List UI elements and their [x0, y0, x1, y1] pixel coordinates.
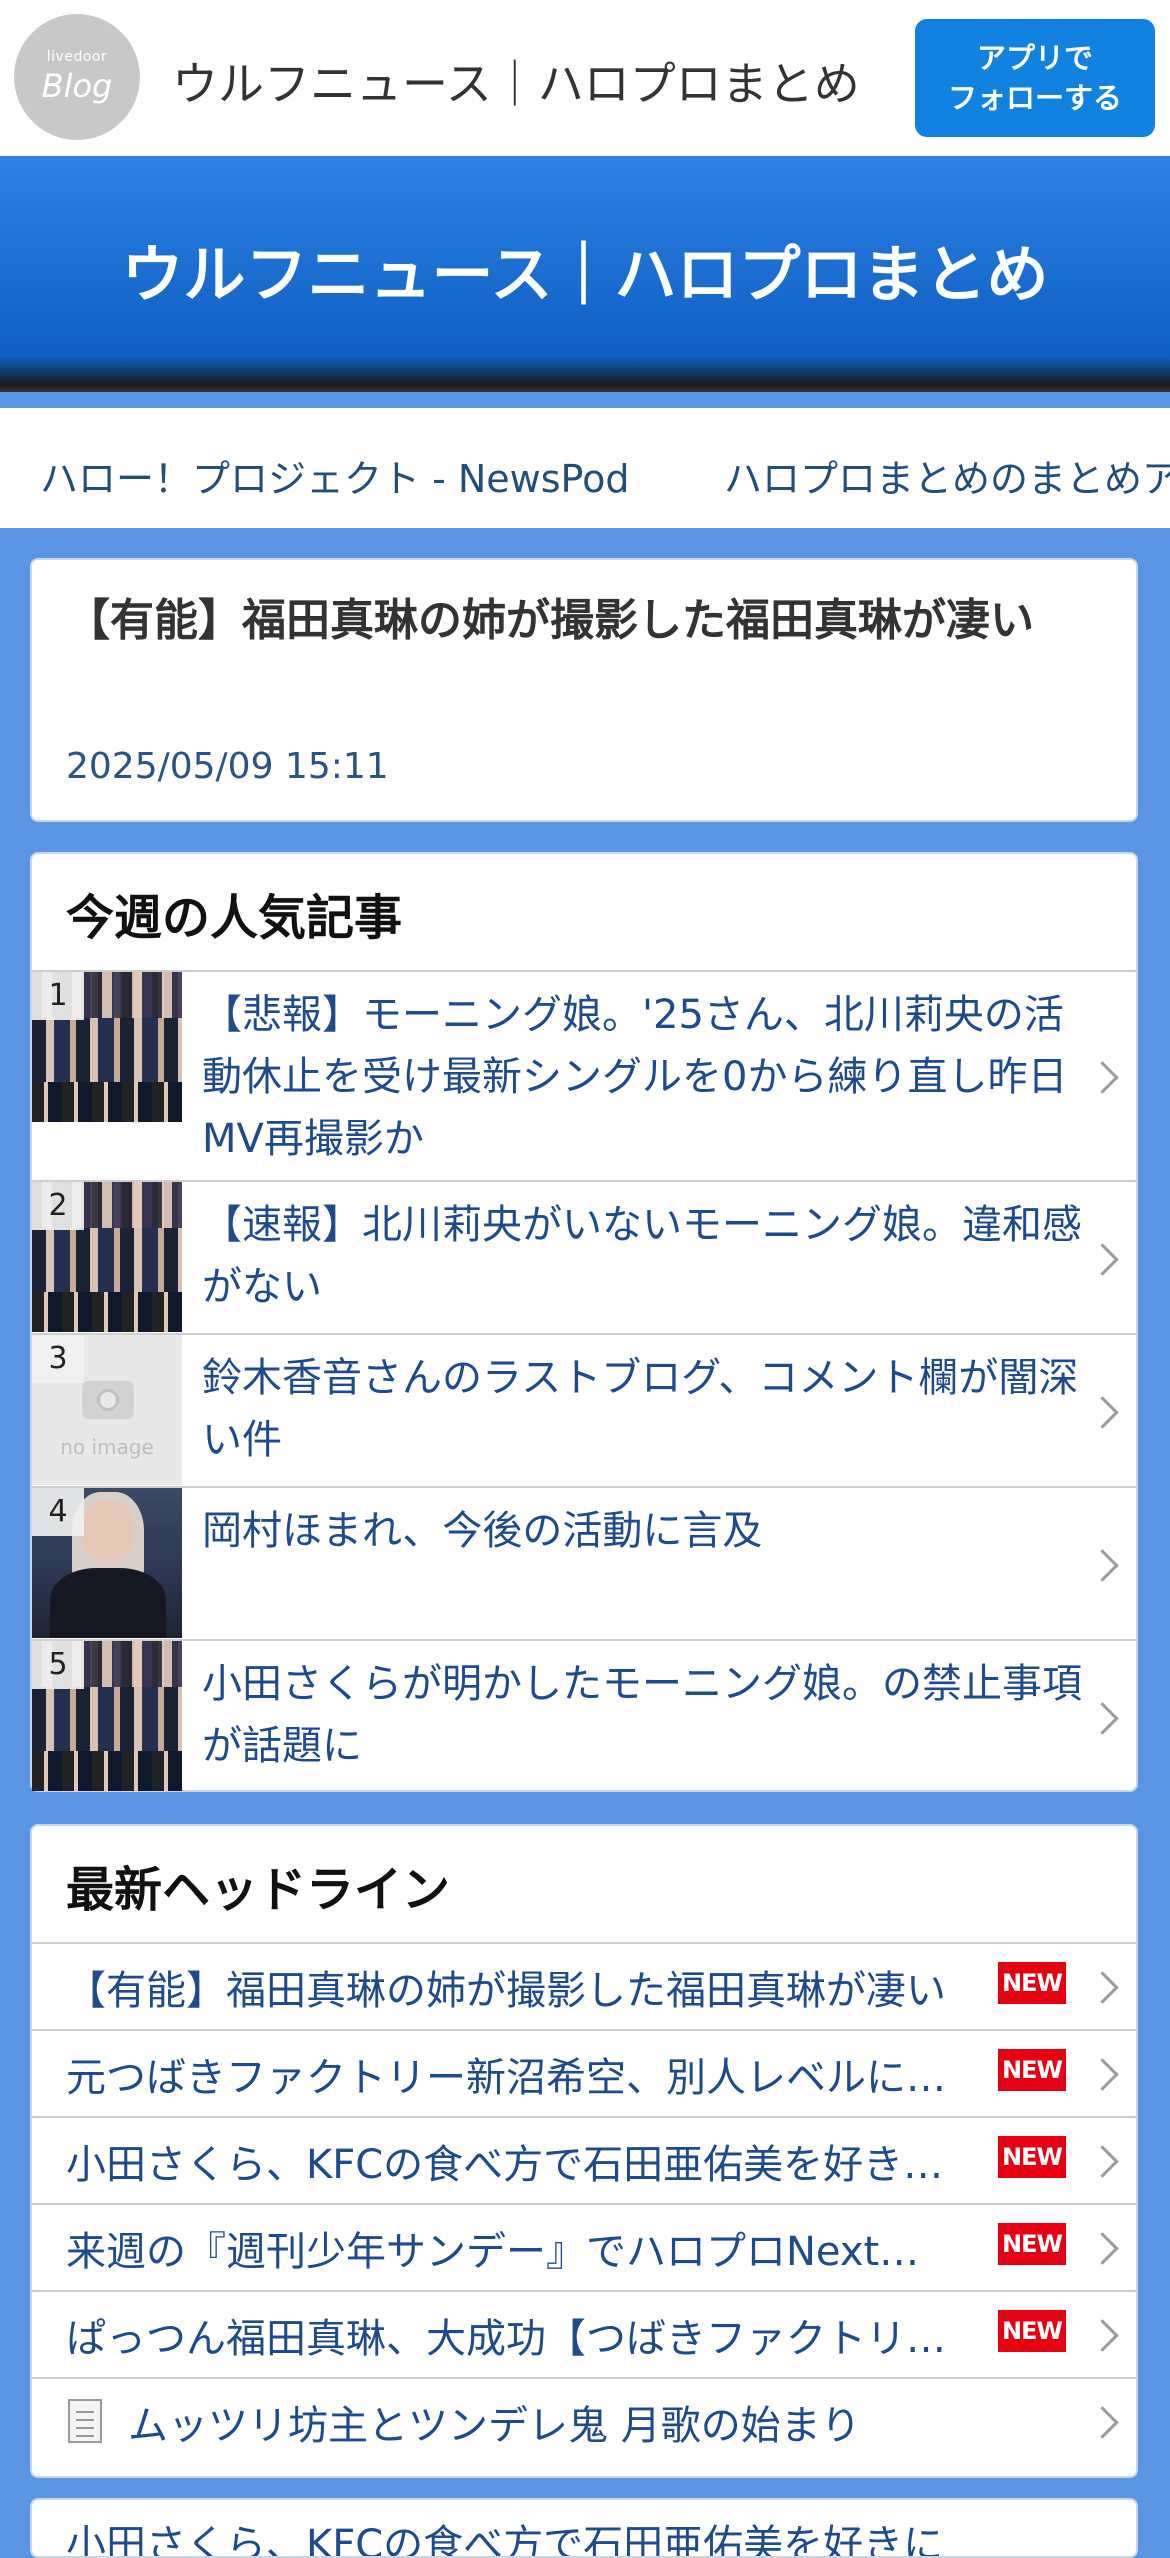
headline-title: 【有能】福田真琳の姉が撮影した福田真琳が凄い	[66, 1968, 946, 2014]
chevron-right-icon	[1086, 2145, 1119, 2178]
rank-number: 1	[32, 972, 84, 1020]
article-date: 2025/05/09 15:11	[66, 746, 389, 787]
popular-articles-card: 今週の人気記事 1 【悲報】モーニング娘。'25さん、北川莉央の活動休止を受け最…	[30, 852, 1138, 1792]
article-header-card: 【有能】福田真琳の姉が撮影した福田真琳が凄い 2025/05/09 15:11	[30, 558, 1138, 822]
logo-big-text: Blog	[41, 67, 113, 105]
rank-number: 2	[32, 1182, 84, 1230]
thumbnail-face	[82, 1500, 134, 1562]
hero-title: ウルフニュース｜ハロプロまとめ	[121, 238, 1049, 311]
new-badge: NEW	[998, 2223, 1066, 2265]
peek-title: 小田さくら、KFCの食べ方で石田亜佑美を好きに	[66, 2522, 944, 2558]
chevron-right-icon	[1086, 1971, 1119, 2004]
headline-title: 元つばきファクトリー新沼希空、別人レベルに…	[66, 2055, 946, 2101]
chevron-right-icon	[1086, 2232, 1119, 2265]
nav-link-matome[interactable]: ハロプロまとめのまとめア	[724, 448, 1170, 503]
nav-link-newspod[interactable]: ハロー！プロジェクト - NewsPod	[40, 448, 629, 503]
rank-number: 5	[32, 1641, 84, 1689]
chevron-right-icon	[1086, 2058, 1119, 2091]
top-bar: livedoor Blog ウルフニュース｜ハロプロまとめ アプリで フォローす…	[0, 0, 1170, 156]
popular-item[interactable]: no image 3 鈴木香音さんのラストブログ、コメント欄が闇深い件	[32, 1333, 1136, 1486]
follow-in-app-button[interactable]: アプリで フォローする	[915, 19, 1155, 137]
no-image-label: no image	[60, 1435, 154, 1459]
headlines-heading: 最新ヘッドライン	[66, 1862, 451, 1918]
new-badge: NEW	[998, 2049, 1066, 2091]
popular-item-title: 岡村ほまれ、今後の活動に言及	[202, 1508, 763, 1554]
rank-number: 3	[32, 1335, 84, 1383]
popular-item[interactable]: 5 小田さくらが明かしたモーニング娘。の禁止事項が話題に	[32, 1639, 1136, 1792]
new-badge: NEW	[998, 2310, 1066, 2352]
popular-item[interactable]: 1 【悲報】モーニング娘。'25さん、北川莉央の活動休止を受け最新シングルを0か…	[32, 970, 1136, 1180]
next-card-peek[interactable]: 小田さくら、KFCの食べ方で石田亜佑美を好きに	[30, 2498, 1138, 2558]
hero-banner[interactable]: ウルフニュース｜ハロプロまとめ	[0, 156, 1170, 392]
livedoor-blog-logo[interactable]: livedoor Blog	[14, 14, 140, 140]
headline-title: 小田さくら、KFCの食べ方で石田亜佑美を好き…	[66, 2142, 944, 2188]
popular-item[interactable]: 2 【速報】北川莉央がいないモーニング娘。違和感がない	[32, 1180, 1136, 1333]
new-badge: NEW	[998, 1962, 1066, 2004]
blog-title[interactable]: ウルフニュース｜ハロプロまとめ	[172, 48, 860, 114]
headline-title: ぱっつん福田真琳、大成功【つばきファクトリ…	[66, 2316, 946, 2362]
thumbnail-body	[50, 1568, 166, 1638]
external-headline-item[interactable]: ムッツリ坊主とツンデレ鬼 月歌の始まり	[32, 2377, 1136, 2464]
chevron-right-icon	[1086, 2319, 1119, 2352]
camera-icon	[82, 1381, 134, 1419]
popular-item-title: 【速報】北川莉央がいないモーニング娘。違和感がない	[202, 1202, 1082, 1310]
rank-number: 4	[32, 1488, 84, 1536]
document-icon	[68, 2399, 102, 2443]
headline-title: 来週の『週刊少年サンデー』でハロプロNext…	[66, 2229, 920, 2275]
latest-headlines-card: 最新ヘッドライン 【有能】福田真琳の姉が撮影した福田真琳が凄い NEW 元つばき…	[30, 1824, 1138, 2478]
follow-button-line2: フォローする	[947, 81, 1122, 115]
headline-item[interactable]: ぱっつん福田真琳、大成功【つばきファクトリ… NEW	[32, 2290, 1136, 2377]
logo-small-text: livedoor	[46, 49, 108, 65]
popular-item-title: 【悲報】モーニング娘。'25さん、北川莉央の活動休止を受け最新シングルを0から練…	[202, 992, 1068, 1162]
link-nav: ハロー！プロジェクト - NewsPod ハロプロまとめのまとめア	[0, 408, 1170, 528]
headline-item[interactable]: 来週の『週刊少年サンデー』でハロプロNext… NEW	[32, 2203, 1136, 2290]
headline-item[interactable]: 【有能】福田真琳の姉が撮影した福田真琳が凄い NEW	[32, 1942, 1136, 2029]
headline-item[interactable]: 小田さくら、KFCの食べ方で石田亜佑美を好き… NEW	[32, 2116, 1136, 2203]
chevron-right-icon	[1086, 2406, 1119, 2439]
headline-item[interactable]: 元つばきファクトリー新沼希空、別人レベルに… NEW	[32, 2029, 1136, 2116]
article-title: 【有能】福田真琳の姉が撮影した福田真琳が凄い	[66, 595, 1034, 646]
popular-item-title: 小田さくらが明かしたモーニング娘。の禁止事項が話題に	[202, 1661, 1082, 1769]
popular-heading: 今週の人気記事	[66, 890, 403, 946]
headline-title: ムッツリ坊主とツンデレ鬼 月歌の始まり	[128, 2403, 861, 2449]
popular-item-title: 鈴木香音さんのラストブログ、コメント欄が闇深い件	[202, 1355, 1079, 1463]
new-badge: NEW	[998, 2136, 1066, 2178]
follow-button-line1: アプリで	[976, 41, 1093, 75]
popular-item[interactable]: 4 岡村ほまれ、今後の活動に言及	[32, 1486, 1136, 1639]
